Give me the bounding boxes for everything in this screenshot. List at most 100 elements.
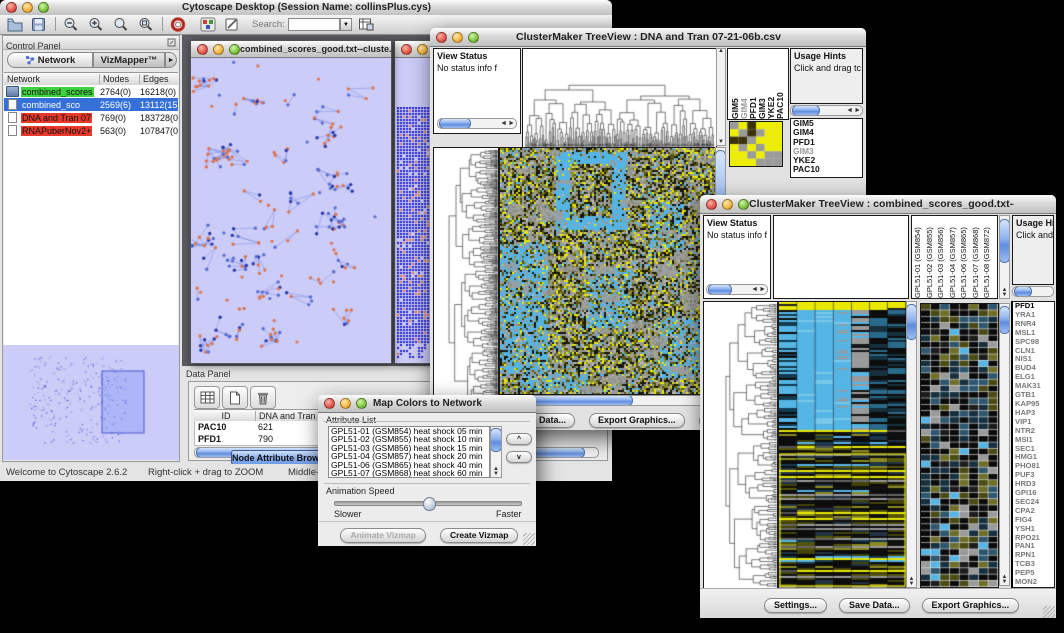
zoom-fit-button[interactable] — [138, 17, 154, 32]
treeview1-usage-scrollbar[interactable]: ◄ ► — [790, 105, 863, 116]
slider-thumb[interactable] — [423, 497, 436, 511]
close-button[interactable] — [197, 44, 208, 55]
minimize-button[interactable] — [417, 44, 428, 55]
vscroll-thumb[interactable] — [906, 304, 917, 340]
zoom-out-button[interactable] — [63, 17, 79, 32]
close-button[interactable] — [6, 2, 17, 13]
tab-vizmapper[interactable]: VizMapper™ — [93, 52, 165, 68]
scroll-down-icon[interactable]: ▼ — [1002, 293, 1008, 298]
resize-grip[interactable] — [523, 533, 535, 545]
network-row[interactable]: DNA and Tran 07 769(0) 183728(0) — [4, 111, 178, 124]
scroll-thumb[interactable] — [439, 118, 471, 129]
help-button[interactable] — [170, 17, 186, 32]
network-canvas-grid[interactable] — [397, 107, 433, 359]
search-input[interactable] — [288, 18, 340, 31]
delete-attribute-button[interactable] — [250, 386, 276, 409]
scroll-thumb[interactable] — [792, 105, 820, 116]
network-row[interactable]: combined_scores 2764(0) 16218(0) — [4, 85, 178, 98]
network-row[interactable]: combined_sco 2569(6) 13112(15) — [4, 98, 178, 111]
new-attribute-button[interactable] — [222, 386, 248, 409]
scroll-left-icon[interactable]: ◄ — [846, 108, 853, 113]
scroll-left-icon[interactable]: ◄ — [751, 287, 758, 292]
close-button[interactable] — [324, 398, 335, 409]
row-label[interactable]: PAC10 — [791, 165, 862, 174]
dialog-action-button[interactable]: Create Vizmap — [440, 528, 518, 543]
close-button[interactable] — [436, 32, 447, 43]
search-options-button[interactable] — [358, 17, 374, 32]
treeview2-row-dendrogram[interactable] — [703, 301, 778, 590]
gene-label[interactable]: MON2 — [1013, 578, 1054, 587]
column-label[interactable]: GPL51-01 (GSM854) — [913, 216, 925, 298]
vscroll-thumb[interactable] — [999, 219, 1010, 263]
attribute-select-button[interactable] — [194, 386, 220, 409]
scroll-up-icon[interactable]: ▲ — [718, 49, 724, 54]
column-label[interactable]: PFD1 — [748, 51, 757, 119]
annotation-toolbar-button[interactable] — [224, 17, 240, 32]
view-status-scrollbar[interactable]: ◄ ► — [437, 118, 517, 129]
column-label[interactable]: GPL51-04 (GSM857) — [948, 216, 960, 298]
scroll-down-icon[interactable]: ▼ — [493, 472, 499, 477]
scroll-down-icon[interactable]: ▼ — [909, 582, 915, 587]
treeview1-action-button[interactable]: Export Graphics... — [589, 413, 685, 428]
treeview1-row-dendrogram[interactable] — [433, 147, 499, 410]
minimize-button[interactable] — [452, 32, 463, 43]
treeview2-action-button[interactable]: Settings... — [764, 598, 827, 613]
column-label[interactable]: GIM5 — [730, 51, 739, 119]
column-label[interactable]: GPL51-08 (GSM872) — [982, 216, 994, 298]
vscroll-thumb[interactable] — [999, 306, 1010, 334]
scroll-thumb[interactable] — [1014, 286, 1032, 297]
treeview1-colscroll[interactable]: ▲ ▼ — [716, 48, 726, 146]
treeview2-action-button[interactable]: Save Data... — [839, 598, 910, 613]
close-button[interactable] — [706, 199, 717, 210]
treeview2-usage-scrollbar[interactable] — [1012, 286, 1054, 297]
treeview2-colscroll[interactable]: ▲ ▼ — [999, 215, 1010, 299]
dialog-action-button[interactable]: Done — [332, 546, 373, 547]
column-label[interactable]: GPL51-03 (GSM856) — [936, 216, 948, 298]
treeview2-action-button[interactable]: Export Graphics... — [922, 598, 1020, 613]
scroll-left-icon[interactable]: ◄ — [500, 121, 507, 126]
treeview2-vscrollbar-detail[interactable]: ▲ ▼ — [999, 303, 1010, 586]
view-status-scrollbar[interactable]: ◄ ► — [706, 284, 768, 295]
treeview1-column-dendrogram[interactable] — [522, 48, 717, 148]
network-row[interactable]: RNAPuberNov2+ 563(0) 107847(0) — [4, 124, 178, 137]
move-attribute-up-button[interactable]: ^ — [506, 433, 532, 445]
zoom-button[interactable] — [229, 44, 240, 55]
minimize-button[interactable] — [213, 44, 224, 55]
column-label[interactable]: GPL51-02 (GSM855) — [925, 216, 937, 298]
search-dropdown-button[interactable]: ▼ — [340, 18, 352, 31]
treeview2-detail-heatmap[interactable] — [920, 303, 999, 588]
scroll-right-icon[interactable]: ► — [853, 108, 862, 113]
treeview2-titlebar[interactable]: ClusterMaker TreeView : combined_scores_… — [700, 195, 1056, 214]
treeview2-vscrollbar-main[interactable]: ▲ ▼ — [906, 301, 917, 588]
column-label[interactable]: GPL51-07 (GSM868) — [971, 216, 983, 298]
float-panel-icon[interactable] — [167, 38, 176, 47]
scroll-thumb[interactable] — [708, 284, 732, 295]
column-label[interactable]: GPL51-06 (GSM865) — [959, 216, 971, 298]
column-label[interactable]: GIM3 — [757, 51, 766, 119]
zoom-button[interactable] — [468, 32, 479, 43]
tab-network[interactable]: Network — [7, 52, 93, 68]
vizmapper-toolbar-button[interactable] — [200, 17, 216, 32]
scroll-right-icon[interactable]: ► — [758, 287, 767, 292]
treeview2-heatmap[interactable] — [778, 301, 907, 590]
node-attribute-browser-tab[interactable]: Node Attribute Browser — [231, 450, 330, 465]
zoom-in-button[interactable] — [88, 17, 104, 32]
dialog-action-button[interactable]: Animate Vizmap — [340, 528, 426, 543]
treeview1-detail-heatmap[interactable] — [729, 121, 783, 167]
dialog-titlebar[interactable]: Map Colors to Network — [318, 395, 536, 413]
tab-overflow-arrow[interactable]: ► — [165, 52, 177, 68]
attribute-list-scrollbar[interactable]: ▲ ▼ — [490, 426, 502, 478]
column-label[interactable]: PAC10 — [775, 51, 784, 119]
zoom-button[interactable] — [38, 2, 49, 13]
scroll-down-icon[interactable]: ▼ — [1002, 580, 1008, 585]
column-label[interactable]: GIM4 — [739, 51, 748, 119]
attribute-item[interactable]: GPL51-07 (GSM868) heat shock 60 min — [329, 469, 489, 477]
minimize-button[interactable] — [22, 2, 33, 13]
network-canvas[interactable] — [191, 58, 389, 362]
zoom-button[interactable] — [738, 199, 749, 210]
scroll-right-icon[interactable]: ► — [507, 121, 516, 126]
column-label[interactable]: YKE2 — [766, 51, 775, 119]
move-attribute-down-button[interactable]: v — [506, 451, 532, 463]
zoom-button[interactable] — [356, 398, 367, 409]
zoom-selected-button[interactable] — [113, 17, 129, 32]
